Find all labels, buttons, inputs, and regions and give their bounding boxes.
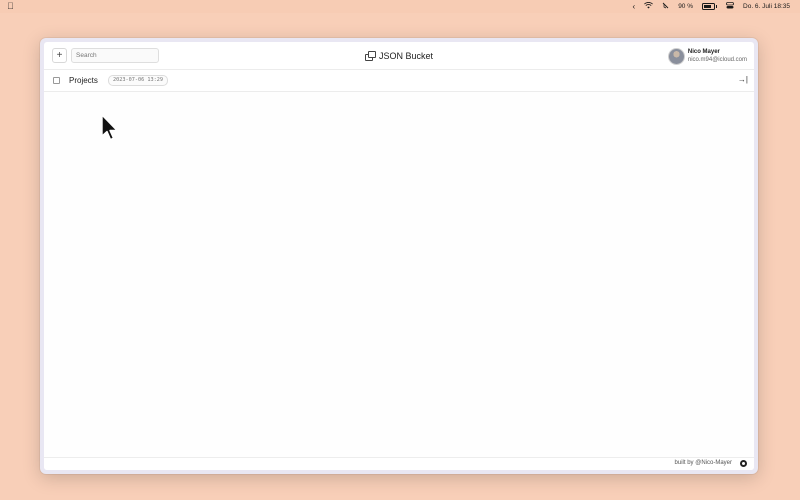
- avatar[interactable]: [667, 47, 685, 65]
- app-title-text: JSON Bucket: [378, 50, 434, 61]
- bucket-timestamp: 2023-07-06 13:29: [108, 75, 168, 86]
- menu-bar-clock[interactable]: Do. 6. Juli 18:35: [743, 0, 790, 13]
- mute-icon[interactable]: [662, 0, 669, 13]
- user-name: Nico Mayer: [687, 49, 720, 55]
- app-window: + JSON Bucket Nico Mayer nico.m94@icloud…: [40, 38, 758, 474]
- github-icon[interactable]: [740, 460, 747, 467]
- user-profile[interactable]: Nico Mayer nico.m94@icloud.com: [667, 46, 747, 66]
- search-input[interactable]: [71, 48, 159, 63]
- wifi-icon[interactable]: [644, 0, 654, 13]
- expand-right-icon[interactable]: →|: [738, 75, 748, 84]
- top-bar: + JSON Bucket Nico Mayer nico.m94@icloud…: [44, 42, 754, 70]
- user-email: nico.m94@icloud.com: [687, 57, 747, 63]
- chevron-left-icon[interactable]: ‹: [633, 0, 636, 13]
- row-checkbox[interactable]: [53, 77, 60, 84]
- add-button[interactable]: +: [52, 48, 67, 63]
- battery-percent: 90 %: [678, 3, 694, 10]
- footer: built by @Nico-Mayer: [44, 457, 754, 470]
- apple-icon[interactable]: : [7, 1, 14, 12]
- app-panel: + JSON Bucket Nico Mayer nico.m94@icloud…: [44, 42, 754, 470]
- buckets-icon: [364, 51, 376, 61]
- bucket-name[interactable]: Projects: [69, 76, 98, 85]
- footer-credit[interactable]: built by @Nico-Mayer: [675, 460, 732, 466]
- control-center-icon[interactable]: [726, 0, 734, 13]
- menu-bar:  ‹ 90 % Do. 6. Juli 18:35: [0, 0, 800, 13]
- battery-icon[interactable]: [702, 3, 718, 10]
- content-area: [44, 92, 754, 458]
- bucket-row[interactable]: Projects 2023-07-06 13:29 →|: [44, 70, 754, 92]
- mouse-cursor-icon: [101, 114, 118, 141]
- menu-bar-status: ‹ 90 % Do. 6. Juli 18:35: [633, 0, 790, 13]
